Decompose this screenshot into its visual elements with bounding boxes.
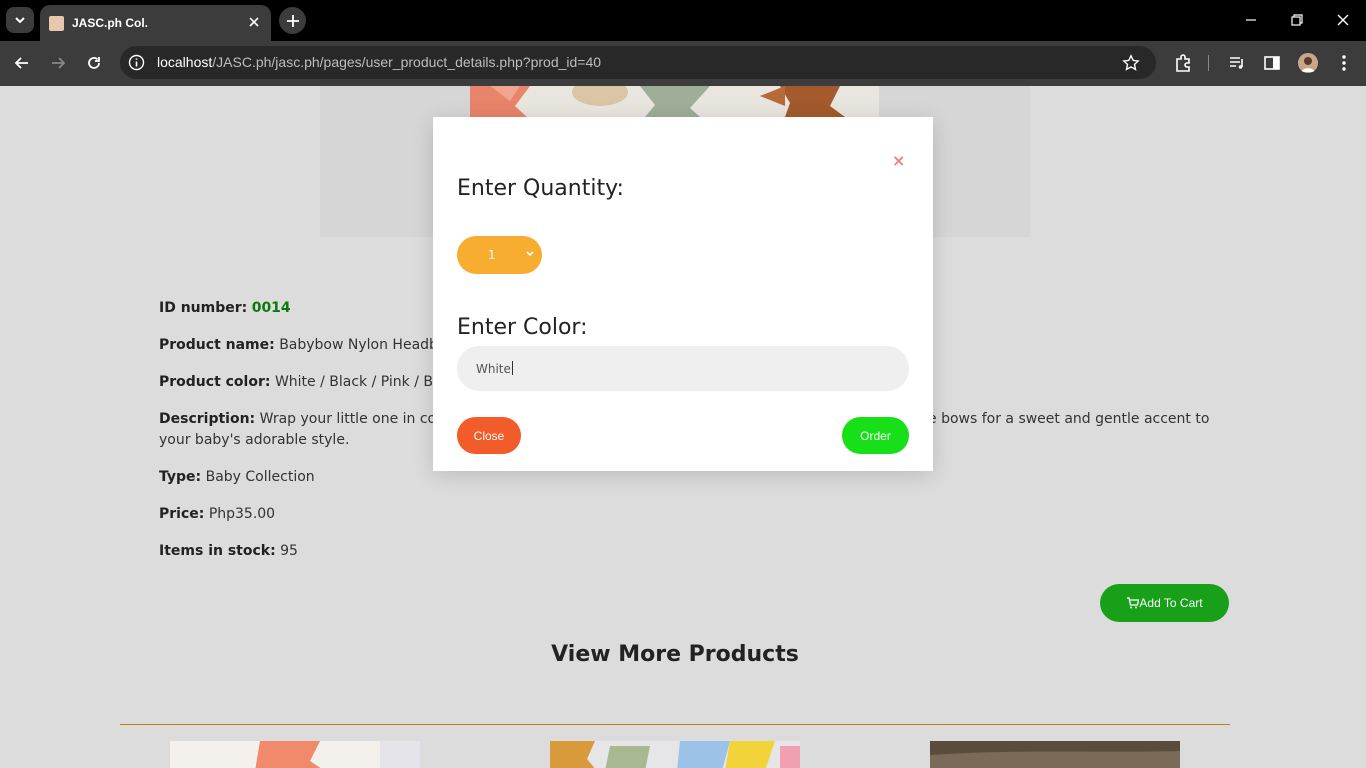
order-button[interactable]: Order <box>842 417 909 454</box>
id-value: 0014 <box>251 300 291 316</box>
product-thumbnail[interactable] <box>930 741 1180 768</box>
extensions-icon[interactable] <box>1173 53 1193 73</box>
color-label: Product color: <box>159 374 271 390</box>
quantity-select[interactable]: 1 <box>457 236 542 274</box>
thumbnail-image-icon <box>930 741 1180 768</box>
tab-title: JASC.ph Col. <box>72 16 149 30</box>
price-row: Price: Php35.00 <box>159 506 275 522</box>
chevron-down-icon <box>15 17 25 24</box>
window-close-icon[interactable] <box>1335 12 1351 28</box>
tab-search-button[interactable] <box>6 7 34 33</box>
site-info-icon[interactable] <box>128 54 145 71</box>
color-value: White / Black / Pink / Br <box>274 374 439 390</box>
side-panel-icon[interactable] <box>1262 53 1282 73</box>
id-row: ID number: 0014 <box>159 300 291 316</box>
thumbnail-image-icon <box>170 741 420 768</box>
color-row: Product color: White / Black / Pink / Br <box>159 374 439 390</box>
product-thumbnail[interactable] <box>170 741 420 768</box>
view-more-title: View More Products <box>551 642 799 667</box>
thumbnail-image-icon <box>550 741 800 768</box>
modal-close-x[interactable]: × <box>892 151 905 170</box>
description-row: Description: Wrap your little one in cor <box>159 411 442 427</box>
kebab-menu-icon[interactable] <box>1334 53 1354 73</box>
cart-icon <box>1127 597 1140 609</box>
url-host: localhost <box>157 54 213 70</box>
restore-icon[interactable] <box>1289 12 1305 28</box>
plus-icon <box>286 14 299 27</box>
price-label: Price: <box>159 506 205 522</box>
add-to-cart-label: Add To Cart <box>1139 596 1203 610</box>
browser-tab-bar: JASC.ph Col. <box>0 0 1366 41</box>
id-label: ID number: <box>159 300 248 316</box>
color-input[interactable] <box>457 346 909 391</box>
address-bar[interactable]: localhost/JASC.ph/jasc.ph/pages/user_pro… <box>120 46 1156 79</box>
stock-label: Items in stock: <box>159 543 276 559</box>
price-value: Php35.00 <box>208 506 276 522</box>
forward-arrow-icon[interactable] <box>48 53 68 73</box>
stock-row: Items in stock: 95 <box>159 543 298 559</box>
stock-value: 95 <box>280 543 298 559</box>
minimize-icon[interactable] <box>1243 12 1259 28</box>
name-value: Babybow Nylon Headb <box>279 337 438 353</box>
chevron-down-icon <box>526 251 534 257</box>
bow-image-icon <box>470 86 879 117</box>
profile-photo-icon <box>1298 53 1318 73</box>
description-value-right: e bows for a sweet and gentle accent to <box>928 411 1210 427</box>
url-text: localhost/JASC.ph/jasc.ph/pages/user_pro… <box>157 54 601 70</box>
divider <box>120 724 1230 725</box>
name-row: Product name: Babybow Nylon Headb <box>159 337 438 353</box>
order-modal: × Enter Quantity: 1 Enter Color: Close O… <box>433 117 933 471</box>
close-icon[interactable] <box>247 15 261 29</box>
profile-avatar[interactable] <box>1298 53 1318 73</box>
media-control-icon[interactable] <box>1227 53 1247 73</box>
back-arrow-icon[interactable] <box>12 53 32 73</box>
name-label: Product name: <box>159 337 275 353</box>
toolbar-separator <box>1208 55 1209 71</box>
description-value-line2: your baby's adorable style. <box>159 432 350 448</box>
description-value-left: Wrap your little one in cor <box>259 411 442 427</box>
product-thumbnail[interactable] <box>550 741 800 768</box>
favicon-icon <box>49 15 64 31</box>
close-button[interactable]: Close <box>457 417 521 454</box>
quantity-heading: Enter Quantity: <box>457 176 624 201</box>
browser-tab[interactable]: JASC.ph Col. <box>40 5 271 41</box>
product-image <box>470 86 879 117</box>
browser-toolbar: localhost/JASC.ph/jasc.ph/pages/user_pro… <box>0 41 1366 86</box>
quantity-value: 1 <box>488 248 496 262</box>
description-label: Description: <box>159 411 256 427</box>
add-to-cart-button[interactable]: Add To Cart <box>1100 584 1229 622</box>
type-row: Type: Baby Collection <box>159 469 315 485</box>
reload-icon[interactable] <box>84 53 104 73</box>
star-icon[interactable] <box>1122 54 1140 72</box>
new-tab-button[interactable] <box>279 7 306 34</box>
color-heading: Enter Color: <box>457 315 588 340</box>
type-value: Baby Collection <box>205 469 315 485</box>
url-path: /JASC.ph/jasc.ph/pages/user_product_deta… <box>212 54 602 70</box>
type-label: Type: <box>159 469 202 485</box>
text-caret <box>512 361 513 375</box>
